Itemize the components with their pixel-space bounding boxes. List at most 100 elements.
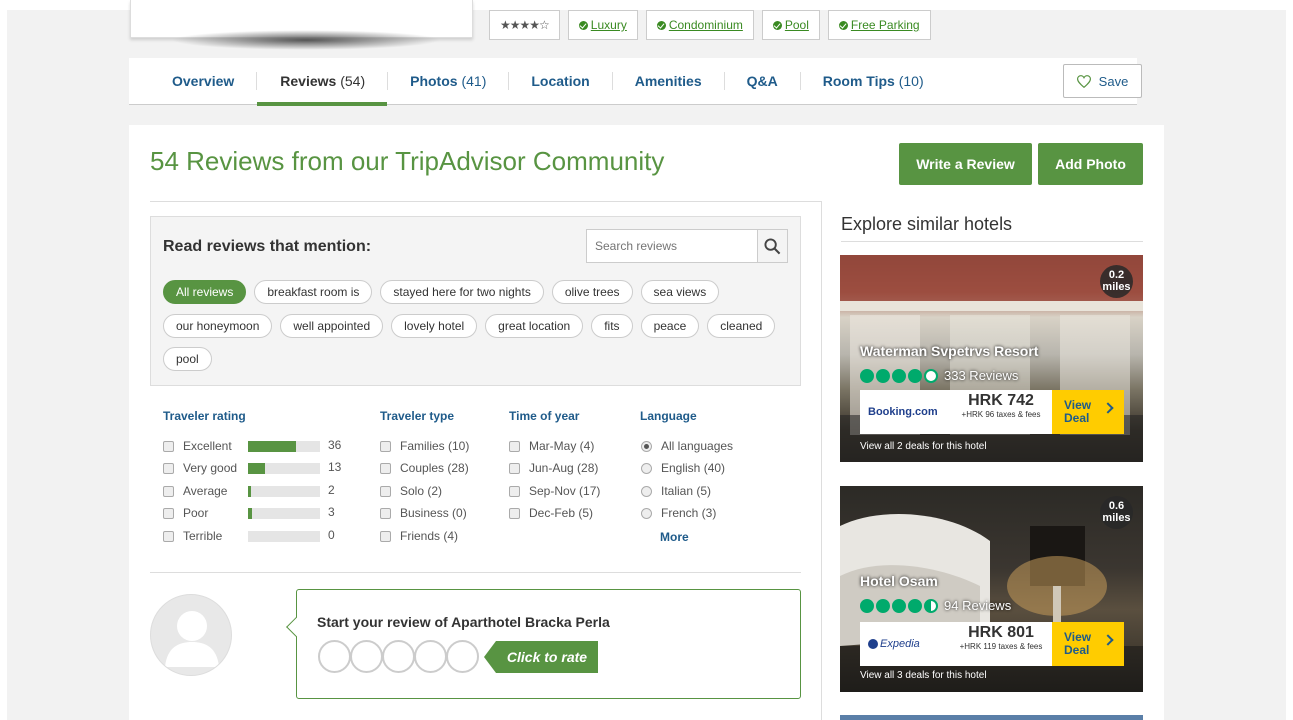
rating-bubble-3[interactable] xyxy=(382,640,415,673)
mentions-title: Read reviews that mention: xyxy=(163,238,372,255)
rating-bubble-2[interactable] xyxy=(350,640,383,673)
type-filter-couples[interactable]: Couples (28) xyxy=(380,460,469,476)
avatar xyxy=(150,594,232,676)
rating-bubble-icon xyxy=(860,598,874,613)
type-filter-friends[interactable]: Friends (4) xyxy=(380,528,458,544)
rating-bubble-4[interactable] xyxy=(414,640,447,673)
rating-filter-average[interactable]: Average xyxy=(163,483,227,499)
detail-nav: Overview Reviews (54) Photos (41) Locati… xyxy=(129,58,1137,106)
rating-bubble-icon xyxy=(924,598,938,613)
mention-tag-all[interactable]: All reviews xyxy=(163,280,247,304)
mention-tag[interactable]: breakfast room is xyxy=(254,280,373,304)
rating-bubble-icon xyxy=(892,598,906,613)
deal-taxes: +HRK 119 taxes & fees xyxy=(959,642,1043,651)
lang-filter-all[interactable]: All languages xyxy=(641,438,733,454)
deal-box[interactable]: Booking.com HRK 742 +HRK 96 taxes & fees … xyxy=(860,390,1124,434)
hotel-name[interactable]: Hotel Osam xyxy=(860,573,938,589)
hotel-card-waterman[interactable]: 0.2 miles Waterman Svpetrvs Resort 333 Re… xyxy=(840,255,1143,462)
rating-count: 13 xyxy=(328,460,342,474)
rating-bar xyxy=(248,531,320,542)
chevron-right-icon xyxy=(1102,402,1114,414)
mention-tag[interactable]: stayed here for two nights xyxy=(380,280,544,304)
rating-count: 2 xyxy=(328,483,335,497)
rating-filter-terrible[interactable]: Terrible xyxy=(163,528,222,544)
hotel-card-osam[interactable]: 0.6 miles Hotel Osam 94 Reviews Expedia H… xyxy=(840,486,1143,692)
traveler-rating-heading: Traveler rating xyxy=(163,409,246,423)
deal-price: HRK 742 xyxy=(968,392,1034,409)
amenity-chip-condominium[interactable]: Condominium xyxy=(645,10,754,40)
click-to-rate-label: Click to rate xyxy=(484,641,598,673)
tab-amenities[interactable]: Amenities xyxy=(613,58,724,105)
write-review-button[interactable]: Write a Review xyxy=(899,143,1032,185)
rating-bubble-icon xyxy=(908,368,922,383)
reviews-title: 54 Reviews from our TripAdvisor Communit… xyxy=(150,146,665,176)
tab-location[interactable]: Location xyxy=(509,58,611,105)
mention-tag[interactable]: sea views xyxy=(640,280,720,304)
provider-logo: Booking.com xyxy=(868,406,938,418)
save-button[interactable]: Save xyxy=(1063,64,1142,98)
check-icon xyxy=(772,20,782,30)
tab-overview[interactable]: Overview xyxy=(129,58,256,105)
search-button[interactable] xyxy=(757,229,788,263)
mention-tag[interactable]: peace xyxy=(640,314,700,338)
type-filter-business[interactable]: Business (0) xyxy=(380,505,467,521)
similar-hotels-title: Explore similar hotels xyxy=(841,214,1013,234)
check-icon xyxy=(838,20,848,30)
rating-filter-very-good[interactable]: Very good xyxy=(163,460,237,476)
rating-filter-excellent[interactable]: Excellent xyxy=(163,438,232,454)
add-photo-button[interactable]: Add Photo xyxy=(1038,143,1143,185)
view-deal-button[interactable]: View Deal xyxy=(1052,390,1124,434)
amenity-chips: ★★★★☆ Luxury Condominium Pool Free Parki… xyxy=(489,10,931,40)
search-reviews-input[interactable] xyxy=(586,229,758,263)
mention-tag[interactable]: fits xyxy=(591,314,633,338)
rating-bubble-icon xyxy=(876,598,890,613)
time-filter-sep-nov[interactable]: Sep-Nov (17) xyxy=(509,483,600,499)
check-icon xyxy=(578,20,588,30)
all-deals-link[interactable]: View all 2 deals for this hotel xyxy=(860,441,987,452)
rating-bubble-1[interactable] xyxy=(318,640,351,673)
mention-tags-row: our honeymoon well appointed lovely hote… xyxy=(163,314,776,338)
tab-room-tips[interactable]: Room Tips (10) xyxy=(801,58,946,105)
tab-qa[interactable]: Q&A xyxy=(725,58,800,105)
amenity-chip-free-parking[interactable]: Free Parking xyxy=(827,10,931,40)
rating-bar xyxy=(248,463,320,474)
amenity-chip-luxury[interactable]: Luxury xyxy=(567,10,638,40)
mention-tag[interactable]: cleaned xyxy=(707,314,776,338)
left-gutter xyxy=(0,0,7,720)
mention-tag[interactable]: our honeymoon xyxy=(163,314,273,338)
lang-filter-english[interactable]: English (40) xyxy=(641,460,725,476)
tab-reviews[interactable]: Reviews (54) xyxy=(257,58,387,106)
mention-tag[interactable]: pool xyxy=(163,347,212,371)
hotel-card-next[interactable] xyxy=(840,715,1143,720)
provider-logo: Expedia xyxy=(860,622,950,666)
time-filter-jun-aug[interactable]: Jun-Aug (28) xyxy=(509,460,598,476)
mention-tags-row: All reviews breakfast room is stayed her… xyxy=(163,280,720,304)
check-icon xyxy=(656,20,666,30)
rating-bubble-icon xyxy=(892,368,906,383)
tab-photos[interactable]: Photos (41) xyxy=(388,58,508,105)
rating-filter-poor[interactable]: Poor xyxy=(163,505,208,521)
mention-tag[interactable]: well appointed xyxy=(280,314,384,338)
hotel-name[interactable]: Waterman Svpetrvs Resort xyxy=(860,343,1038,359)
time-filter-mar-may[interactable]: Mar-May (4) xyxy=(509,438,594,454)
heart-icon xyxy=(1076,74,1091,88)
amenity-chip-pool[interactable]: Pool xyxy=(761,10,820,40)
time-filter-dec-feb[interactable]: Dec-Feb (5) xyxy=(509,505,593,521)
lang-filter-french[interactable]: French (3) xyxy=(641,505,716,521)
mention-tag[interactable]: lovely hotel xyxy=(391,314,478,338)
lang-filter-italian[interactable]: Italian (5) xyxy=(641,483,711,499)
view-deal-button[interactable]: View Deal xyxy=(1052,622,1124,666)
rating-bubble-icon xyxy=(876,368,890,383)
rating-bubble-5[interactable] xyxy=(446,640,479,673)
more-languages-link[interactable]: More xyxy=(660,530,689,544)
chevron-right-icon xyxy=(1102,634,1114,646)
deal-box[interactable]: Expedia HRK 801 +HRK 119 taxes & fees Vie… xyxy=(860,622,1124,666)
mention-tag[interactable]: olive trees xyxy=(551,280,633,304)
type-filter-families[interactable]: Families (10) xyxy=(380,438,469,454)
all-deals-link[interactable]: View all 3 deals for this hotel xyxy=(860,670,987,681)
mention-tag[interactable]: great location xyxy=(485,314,584,338)
hotel-rating: 333 Reviews xyxy=(860,368,1018,383)
deal-taxes: +HRK 96 taxes & fees xyxy=(961,410,1041,419)
search-icon xyxy=(764,237,781,254)
type-filter-solo[interactable]: Solo (2) xyxy=(380,483,442,499)
